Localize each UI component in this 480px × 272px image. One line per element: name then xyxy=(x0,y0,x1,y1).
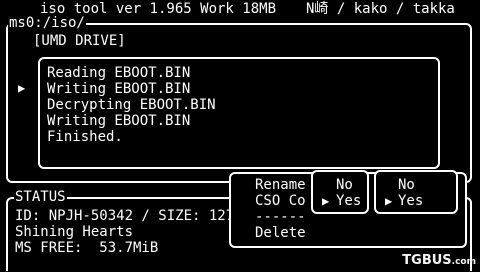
authors-credit: N崎 / kako / takka xyxy=(306,1,455,17)
selection-cursor-icon: ▶ xyxy=(18,81,26,95)
log-line: Writing EBOOT.BIN xyxy=(47,81,191,97)
game-title: Shining Hearts xyxy=(15,224,134,240)
menu-item-rename[interactable]: Rename xyxy=(255,177,306,193)
menu-item-delete[interactable]: Delete xyxy=(255,225,306,241)
file-list-item-umd-drive[interactable]: [UMD DRIVE] xyxy=(33,33,126,49)
menu-separator: ------ xyxy=(255,209,306,225)
watermark-suffix: .com xyxy=(451,257,476,267)
option-no[interactable]: No xyxy=(336,177,353,193)
log-line: Decrypting EBOOT.BIN xyxy=(47,97,216,113)
memory-stick-free: MS FREE: 53.7MiB xyxy=(15,240,159,256)
watermark-brand: TGBUS xyxy=(402,253,452,268)
log-line: Writing EBOOT.BIN xyxy=(47,113,191,129)
log-line: Reading EBOOT.BIN xyxy=(47,65,191,81)
option-yes[interactable]: Yes xyxy=(398,193,423,209)
status-label: STATUS xyxy=(14,189,67,205)
option-yes[interactable]: Yes xyxy=(336,193,361,209)
option-cursor-icon: ▶ xyxy=(322,194,330,208)
current-path: ms0:/iso/ xyxy=(8,15,86,31)
option-cursor-icon: ▶ xyxy=(385,194,393,208)
option-no[interactable]: No xyxy=(398,177,415,193)
watermark-logo: TGBUS.com xyxy=(402,253,476,270)
menu-item-cso-convert[interactable]: CSO Co xyxy=(255,193,306,209)
log-line: Finished. xyxy=(47,129,123,145)
game-id-size: ID: NPJH-50342 / SIZE: 127 xyxy=(15,208,235,224)
